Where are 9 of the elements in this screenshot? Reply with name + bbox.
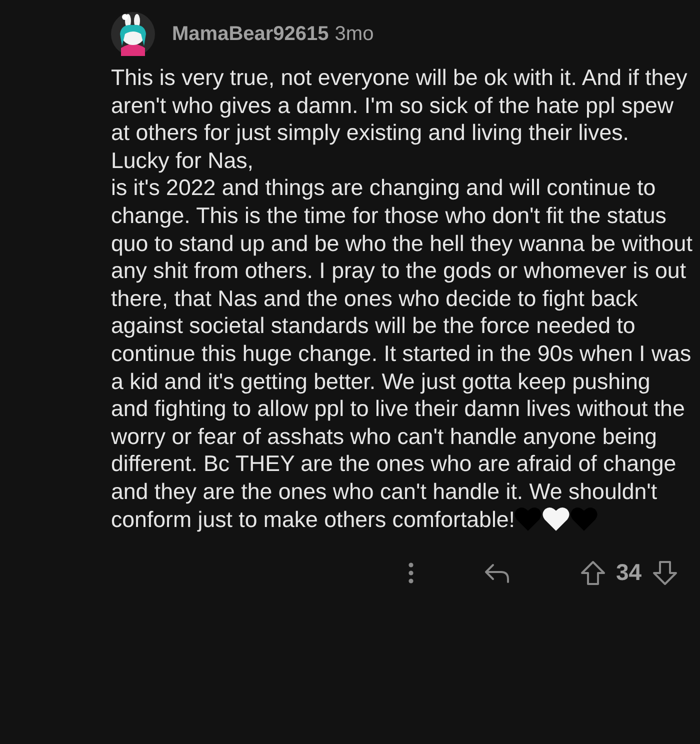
upvote-icon[interactable] xyxy=(580,560,606,586)
comment-age: 3mo xyxy=(334,22,374,46)
username[interactable]: MamaBear92615 xyxy=(172,22,329,46)
vote-count: 34 xyxy=(616,559,642,586)
reply-icon[interactable] xyxy=(484,562,510,583)
avatar-icon[interactable] xyxy=(111,12,155,56)
downvote-icon[interactable] xyxy=(652,560,678,586)
comment-text: This is very true, not everyone will be ok with it. And if they aren't who gives a damn. I'm so sick of the hate ppl spew at others for just simply existing and living their lives. Lucky for Nas, is it's 2022 and things are changing and will continue to change. This is the time for those who don't fit the status quo to stand up and be who the hell they wanna be without any shit from others. I pray to the gods or whomever is out there, that Nas and the ones who decide to fight back against societal standards will be the force needed to continue this huge change. It started in the 90s when I was a kid and it's getting better. We just gotta keep pushing and fighting to allow ppl to live their damn lives without the worry or fear of asshats who can't handle anyone being different. Bc THEY are the ones who are afraid of change and they are the ones who can't handle it. We shouldn't conform just to make others comfortable! xyxy=(111,65,692,532)
more-options-icon[interactable] xyxy=(408,562,414,584)
